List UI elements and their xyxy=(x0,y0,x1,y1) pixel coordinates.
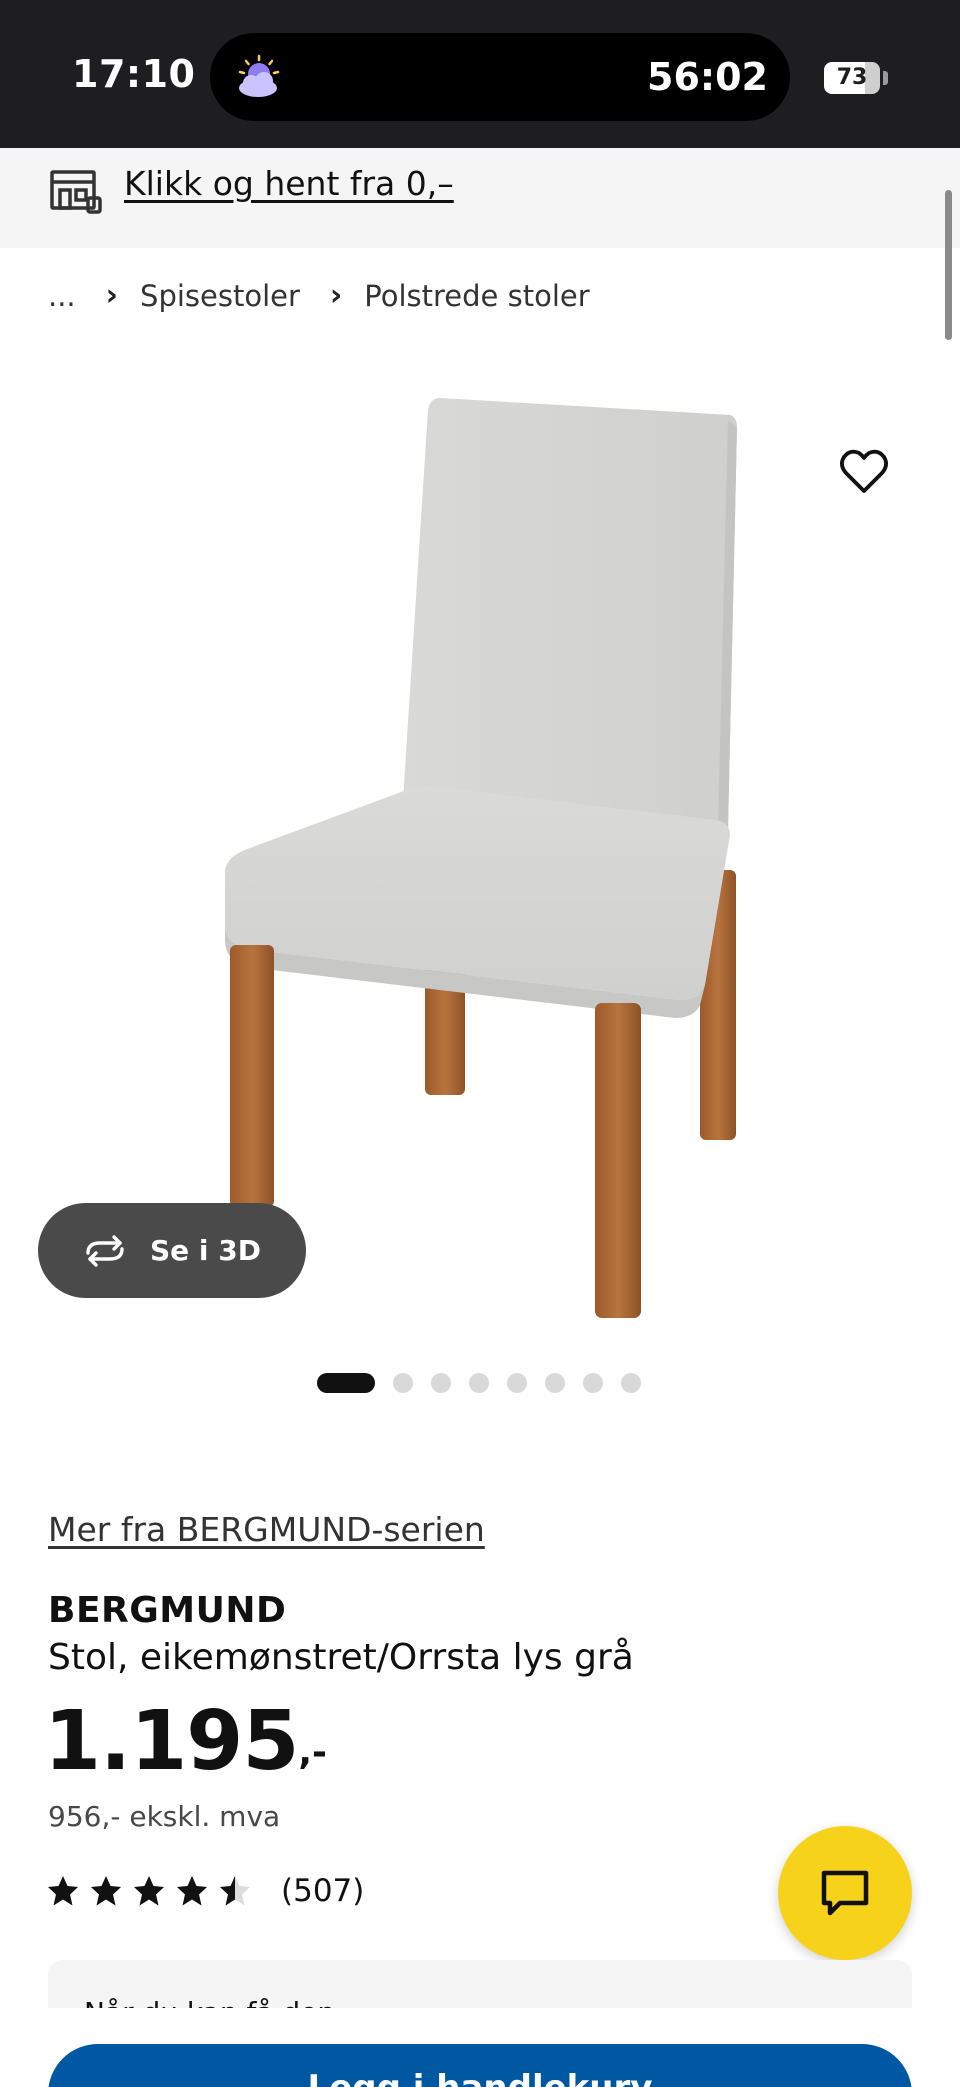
chevron-right-icon: › xyxy=(105,278,119,313)
series-link[interactable]: Mer fra BERGMUND-serien xyxy=(48,1510,485,1549)
review-count: (507) xyxy=(281,1873,365,1909)
carousel-dot[interactable] xyxy=(317,1373,375,1393)
rotate-3d-icon xyxy=(86,1234,124,1267)
carousel-dot[interactable] xyxy=(583,1373,603,1393)
product-description: Stol, eikemønstret/Orrsta lys grå xyxy=(48,1637,634,1678)
status-time: 17:10 xyxy=(72,52,196,96)
breadcrumb-ellipsis[interactable]: ... xyxy=(48,279,76,313)
status-bar: 17:10 56:02 73 xyxy=(0,0,960,148)
price: 1.195 ,- xyxy=(44,1698,327,1786)
price-value: 1.195 xyxy=(44,1694,299,1789)
see-in-3d-button[interactable]: Se i 3D xyxy=(38,1203,306,1298)
star-icon xyxy=(91,1876,121,1906)
dynamic-island: 56:02 xyxy=(210,33,790,121)
delivery-card-text: Når du kan få den xyxy=(84,1996,335,2008)
carousel-dot[interactable] xyxy=(393,1373,413,1393)
chevron-right-icon: › xyxy=(329,278,343,313)
rating[interactable]: (507) xyxy=(46,1873,364,1909)
product-name: BERGMUND xyxy=(48,1590,287,1631)
breadcrumb-item-spisestoler[interactable]: Spisestoler xyxy=(140,279,300,313)
content-divider xyxy=(0,2008,960,2044)
star-icon xyxy=(220,1876,250,1906)
click-collect-link[interactable]: Klikk og hent fra 0,– xyxy=(124,164,454,203)
night-cloud-icon xyxy=(238,54,280,97)
star-icon xyxy=(134,1876,164,1906)
battery-nub xyxy=(883,71,888,85)
price-suffix: ,- xyxy=(298,1732,327,1773)
timer: 56:02 xyxy=(647,55,768,99)
price-excluding-vat: 956,- ekskl. mva xyxy=(48,1800,281,1833)
carousel-dots xyxy=(317,1373,659,1393)
chat-bubble-icon xyxy=(821,1870,869,1916)
battery-indicator: 73 xyxy=(824,62,880,94)
carousel-dot[interactable] xyxy=(469,1373,489,1393)
chat-button[interactable] xyxy=(778,1826,912,1960)
rating-stars xyxy=(46,1874,261,1908)
delivery-card[interactable]: Når du kan få den xyxy=(48,1960,912,2008)
carousel-dot[interactable] xyxy=(545,1373,565,1393)
product-image[interactable] xyxy=(0,340,960,1340)
add-to-cart-button[interactable]: Legg i handlekurv xyxy=(48,2044,912,2087)
battery-level: 73 xyxy=(836,65,868,90)
breadcrumb: ... › Spisestoler › Polstrede stoler xyxy=(48,278,590,313)
heart-icon[interactable] xyxy=(836,444,892,500)
carousel-dot[interactable] xyxy=(507,1373,527,1393)
carousel-dot[interactable] xyxy=(621,1373,641,1393)
breadcrumb-item-polstrede-stoler[interactable]: Polstrede stoler xyxy=(364,279,589,313)
star-icon xyxy=(48,1876,78,1906)
carousel-dot[interactable] xyxy=(431,1373,451,1393)
see-in-3d-label: Se i 3D xyxy=(150,1234,261,1267)
store-pickup-icon xyxy=(50,170,102,214)
add-to-cart-label: Legg i handlekurv xyxy=(48,2068,912,2087)
scrollbar[interactable] xyxy=(945,190,952,340)
star-icon xyxy=(177,1876,207,1906)
click-collect-banner: Klikk og hent fra 0,– xyxy=(0,148,960,248)
